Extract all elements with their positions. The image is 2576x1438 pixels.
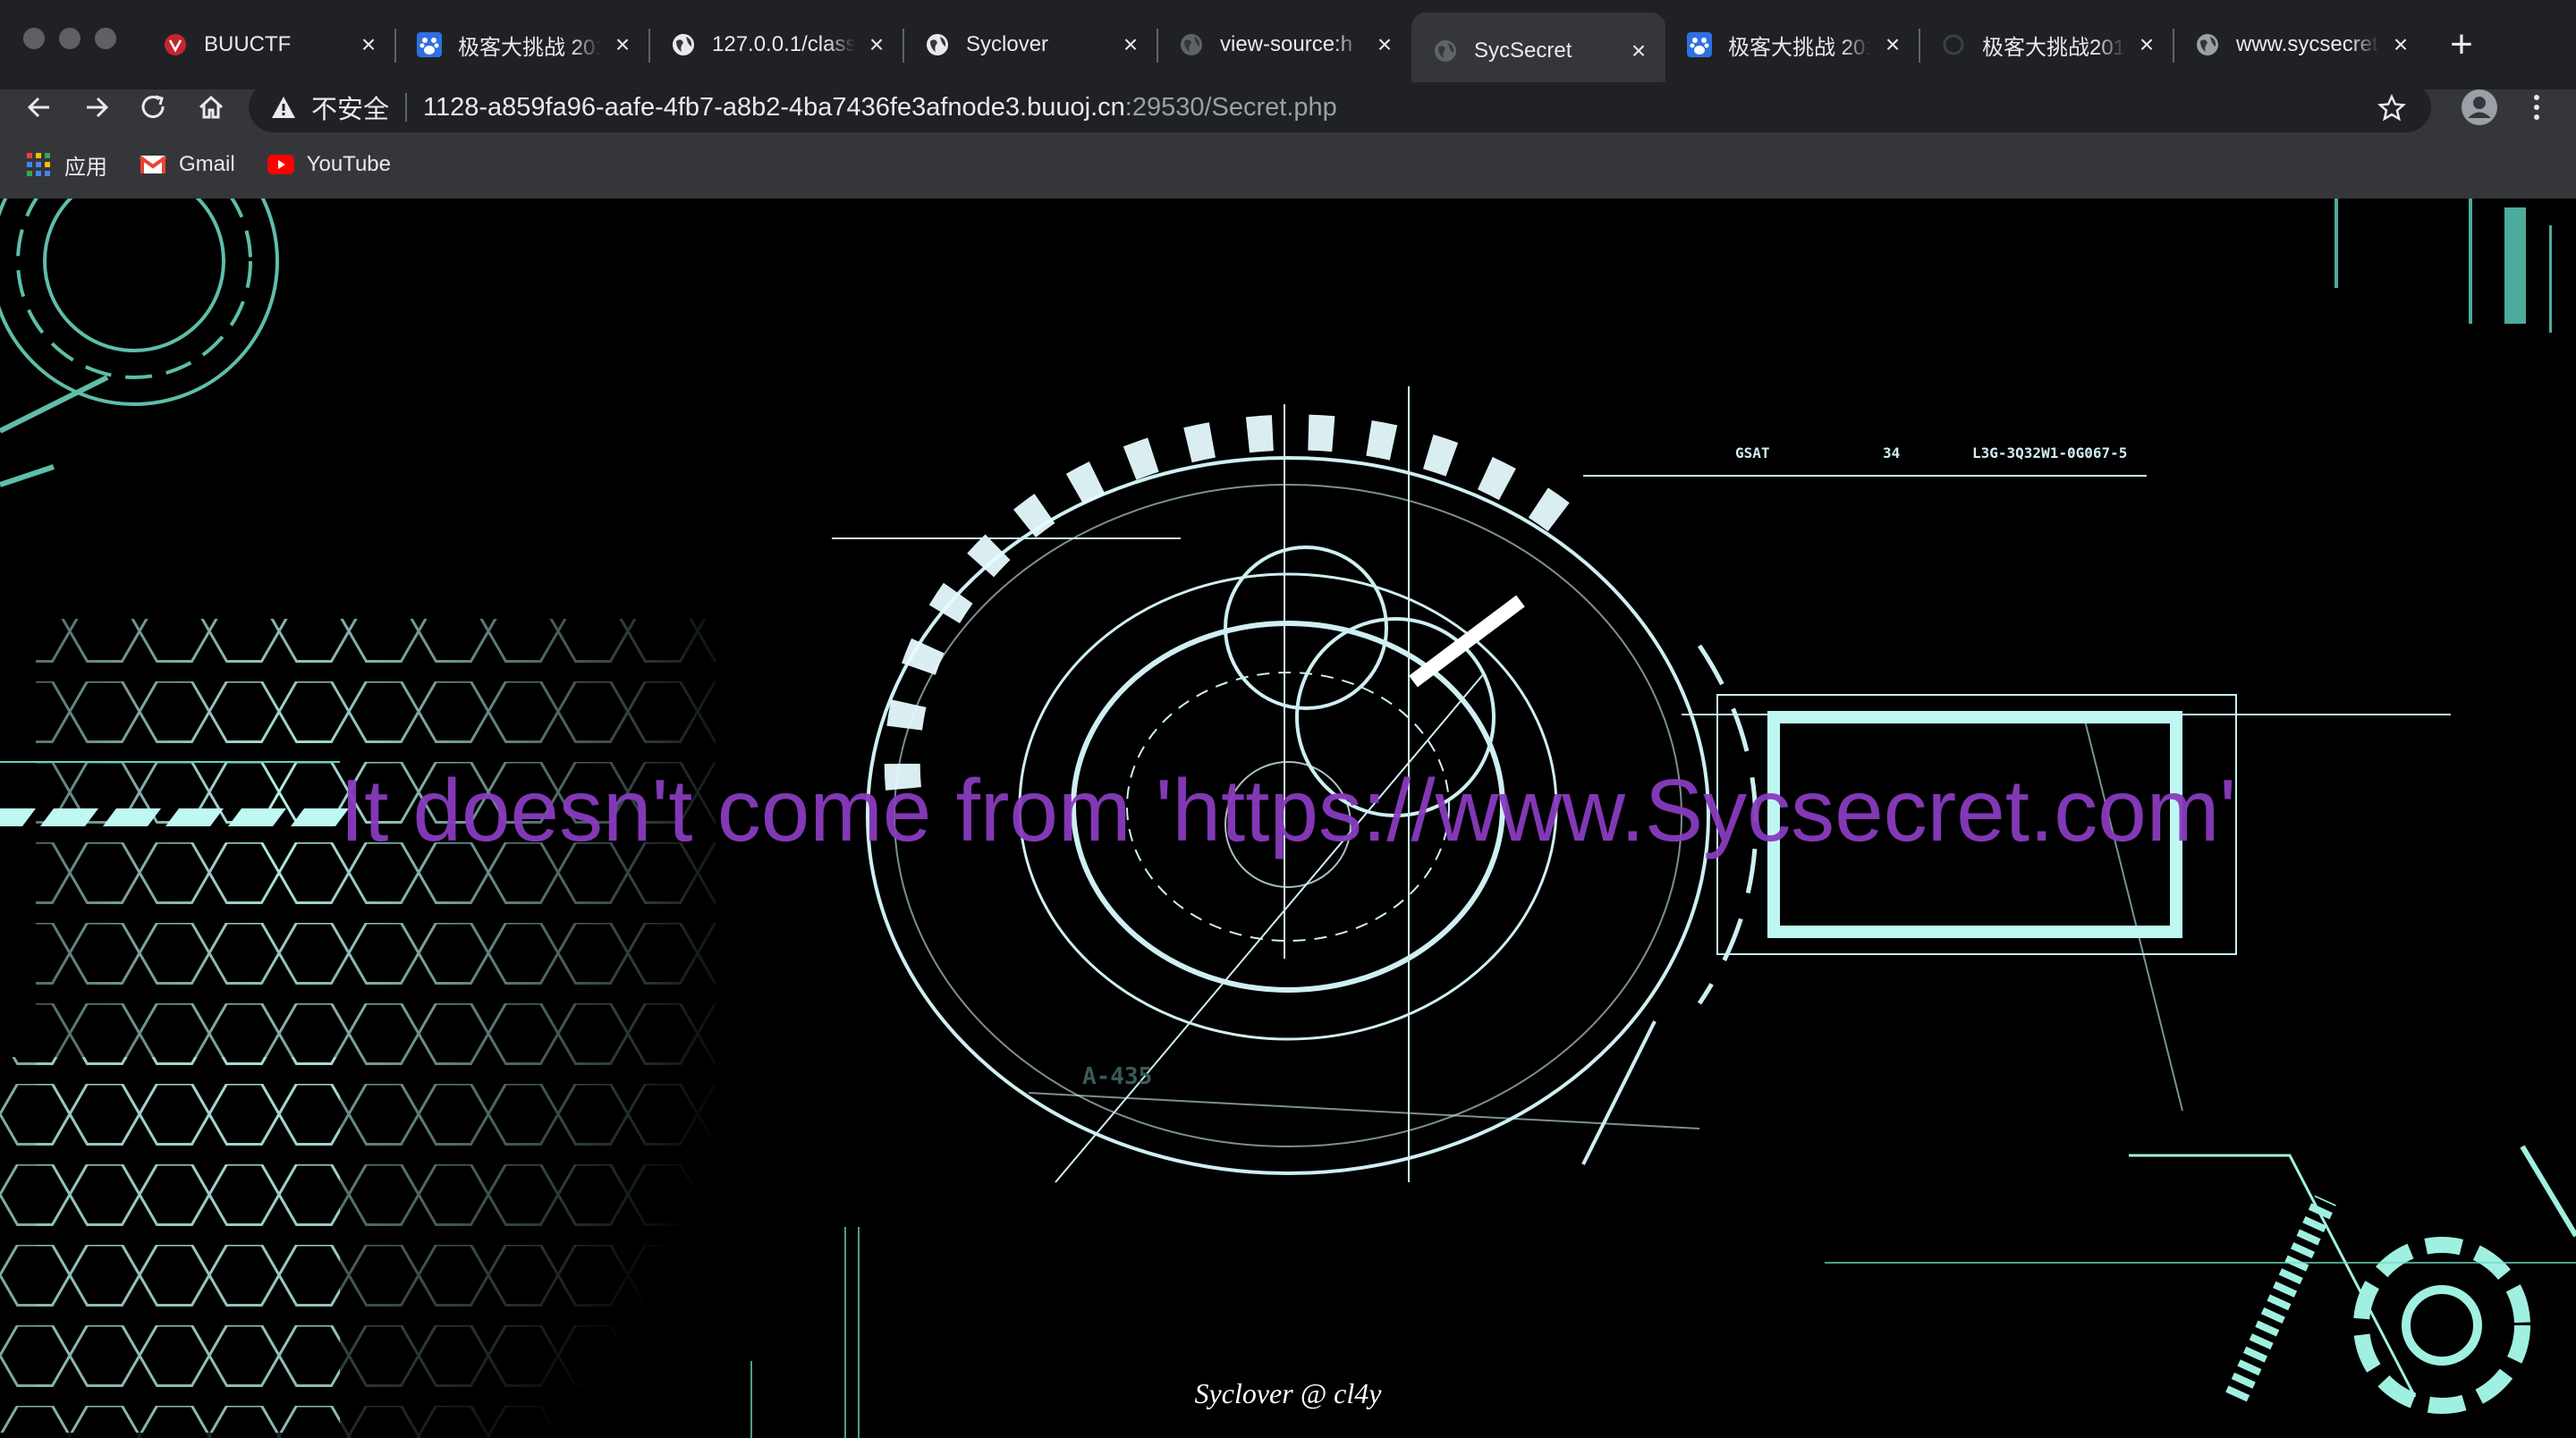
top-right-bars (2334, 199, 2552, 333)
divider (405, 93, 408, 122)
globe-icon (2195, 32, 2220, 57)
tab-title: 127.0.0.1/class (712, 32, 855, 56)
reload-icon[interactable] (134, 88, 174, 127)
url-host: 1128-a859fa96-aafe-4fb7-a8b2-4ba7436fe3a… (423, 92, 1125, 122)
close-icon[interactable]: × (608, 30, 637, 59)
bookmark-label: YouTube (306, 152, 391, 176)
hexagon-cluster-left (0, 1057, 340, 1433)
close-icon[interactable]: × (1370, 30, 1399, 59)
tab-buuctf[interactable]: BUUCTF × (141, 13, 396, 77)
tab-title: 极客大挑战 2019 (1728, 35, 1871, 60)
back-icon[interactable] (20, 88, 59, 127)
apps-grid-icon (25, 151, 52, 178)
tab-geek-challenge-3[interactable]: 极客大挑战2019 × (1919, 13, 2174, 77)
tab-geek-challenge-1[interactable]: 极客大挑战 2019 × (395, 13, 650, 77)
tab-title: 极客大挑战 2019 (458, 35, 601, 60)
address-bar[interactable]: 不安全 1128-a859fa96-aafe-4fb7-a8b2-4ba7436… (249, 82, 2431, 132)
bookmark-star-icon[interactable] (2377, 93, 2406, 123)
tab-view-source[interactable]: view-source:h × (1157, 13, 1411, 77)
menu-kebab-icon[interactable] (2517, 88, 2556, 127)
tab-title: BUUCTF (204, 32, 292, 56)
top-left-gear (0, 199, 279, 487)
new-tab-button[interactable]: + (2442, 25, 2481, 64)
globe-icon (925, 32, 950, 57)
globe-icon (671, 32, 696, 57)
close-icon[interactable]: × (2386, 30, 2415, 59)
home-icon[interactable] (191, 88, 231, 127)
tab-sycsecret[interactable]: SycSecret × (1411, 13, 1665, 89)
referer-message: It doesn't come from 'https://www.Sycsec… (339, 761, 2237, 859)
close-icon[interactable]: × (1624, 37, 1653, 65)
bookmark-apps[interactable]: 应用 (25, 149, 107, 181)
bookmark-youtube[interactable]: YouTube (267, 151, 391, 178)
warning-icon[interactable] (270, 94, 297, 121)
profile-avatar-icon[interactable] (2458, 86, 2501, 129)
bookmark-label: 应用 (64, 155, 107, 180)
tab-title: SycSecret (1474, 38, 1572, 63)
hud-label-code: L3G-3Q32W1-0G067-5 (1972, 444, 2127, 461)
buuctf-icon (163, 32, 188, 57)
tab-geek-challenge-2[interactable]: 极客大挑战 2019 × (1665, 13, 1920, 77)
globe-icon (1179, 32, 1204, 57)
tab-title: 极客大挑战2019 (1982, 35, 2125, 60)
page-content: GSAT 34 L3G-3Q32W1-0G067-5 A-435 It does… (0, 199, 2576, 1438)
close-icon[interactable]: × (1878, 30, 1907, 59)
browser-chrome: BUUCTF × 极客大挑战 2019 × 127.0.0.1/class × … (0, 0, 2576, 199)
footer-credit: Syclover @ cl4y (1194, 1377, 1382, 1409)
bookmarks-bar: 应用 Gmail YouTube (0, 143, 398, 186)
bookmark-label: Gmail (179, 152, 235, 176)
globe-icon (1433, 38, 1458, 63)
close-icon[interactable]: × (862, 30, 891, 59)
tab-title: www.sycsecret (2236, 32, 2378, 56)
window-zoom-dot[interactable] (95, 28, 116, 49)
tab-title: Syclover (966, 32, 1049, 56)
hud-label-num: 34 (1883, 444, 1900, 461)
window-minimize-dot[interactable] (59, 28, 80, 49)
not-secure-label[interactable]: 不安全 (311, 89, 389, 126)
window-close-dot[interactable] (23, 28, 45, 49)
youtube-icon (267, 151, 294, 178)
forward-icon[interactable] (77, 88, 116, 127)
close-icon[interactable]: × (1116, 30, 1145, 59)
loading-icon (1941, 32, 1966, 57)
tab-localhost[interactable]: 127.0.0.1/class × (649, 13, 904, 77)
gmail-icon (140, 151, 166, 178)
bookmark-gmail[interactable]: Gmail (140, 151, 235, 178)
tab-title: view-source:h (1220, 32, 1353, 56)
tab-syclover[interactable]: Syclover × (903, 13, 1158, 77)
bottom-right-target (2129, 1145, 2576, 1414)
hud-label-gsat: GSAT (1735, 444, 1770, 461)
close-icon[interactable]: × (354, 30, 383, 59)
hud-label-bottom: A-435 (1082, 1063, 1152, 1090)
tab-strip: BUUCTF × 极客大挑战 2019 × 127.0.0.1/class × … (0, 0, 2576, 89)
close-icon[interactable]: × (2132, 30, 2161, 59)
baidu-paw-icon (1687, 32, 1712, 57)
baidu-paw-icon (417, 32, 442, 57)
tab-sycsecret-com[interactable]: www.sycsecret × (2174, 13, 2428, 77)
url-path: :29530/Secret.php (1124, 92, 1337, 122)
